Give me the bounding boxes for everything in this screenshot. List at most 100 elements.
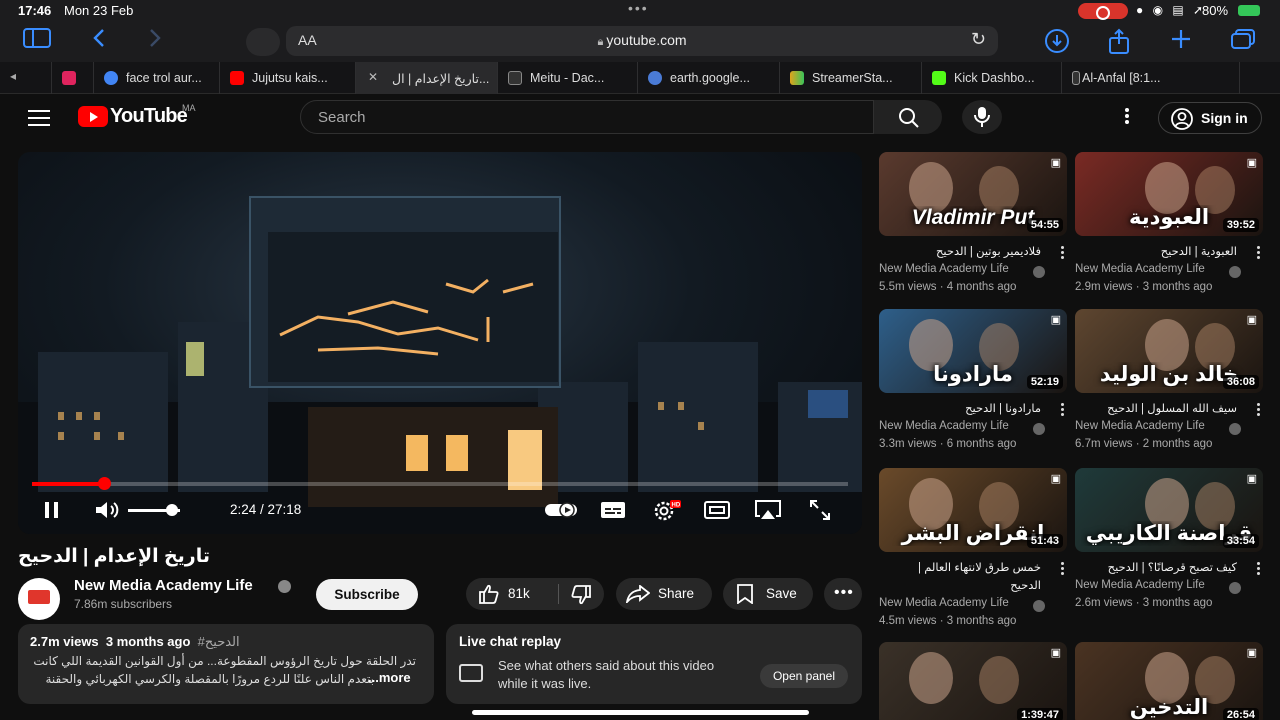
share-icon[interactable] [1104, 28, 1134, 54]
home-indicator[interactable] [472, 710, 809, 715]
more-actions-button[interactable]: ••• [824, 578, 862, 610]
pause-icon[interactable] [42, 498, 62, 522]
dislike-button[interactable] [562, 578, 604, 610]
recommended-channel[interactable]: New Media Academy Life [879, 420, 1009, 432]
channel-avatar[interactable] [18, 578, 60, 620]
menu-icon[interactable] [28, 110, 50, 126]
voice-search-button[interactable] [962, 100, 1002, 134]
video-thumbnail[interactable]: ▣ Vladimir Put 54:55 [879, 152, 1067, 236]
video-thumbnail[interactable]: ▣ 1:39:47 [879, 642, 1067, 720]
like-count: 81k [508, 586, 530, 601]
tabs-overview-icon[interactable] [1228, 28, 1258, 54]
address-bar[interactable]: AA 🔒︎ youtube.com ↻ [286, 26, 998, 56]
like-button[interactable]: 81k [466, 578, 558, 610]
hashtag[interactable]: #الدحيح [198, 634, 240, 649]
sidebar-icon[interactable] [22, 28, 52, 54]
search-button[interactable] [874, 100, 942, 134]
more-vertical-icon[interactable] [1061, 562, 1065, 577]
video-thumbnail[interactable]: ▣ قراصنة الكاريبي 33:54 [1075, 468, 1263, 552]
tab-label: Kick Dashbo... [954, 71, 1035, 85]
volume-handle[interactable] [166, 504, 178, 516]
settings-menu-icon[interactable] [1120, 108, 1134, 126]
video-thumbnail[interactable]: ▣ التدخين 26:54 [1075, 642, 1263, 720]
battery-percent: 80% [1202, 3, 1229, 18]
download-icon[interactable] [1042, 28, 1072, 54]
sign-in-button[interactable]: Sign in [1158, 102, 1262, 134]
progress-track[interactable] [32, 482, 848, 486]
video-thumbnail[interactable]: ▣ خالد بن الوليد 36:08 [1075, 309, 1263, 393]
tab-label: Meitu - Dac... [530, 71, 605, 85]
tab-google[interactable]: face trol aur... [94, 62, 220, 94]
save-button[interactable]: Save [723, 578, 813, 610]
channel-name[interactable]: New Media Academy Life [74, 577, 253, 594]
recommended-channel[interactable]: New Media Academy Life [1075, 579, 1205, 591]
multitasking-dots-icon[interactable]: ••• [628, 0, 649, 16]
tab-meitu[interactable]: Meitu - Dac... [498, 62, 638, 94]
recommended-title-2[interactable]: الدحيح [1010, 578, 1041, 592]
channel-watermark: ▣ [1050, 314, 1061, 326]
tab-label: تاريخ الإعدام | ال... [392, 72, 490, 86]
youtube-logo-text[interactable]: YouTube [110, 105, 188, 128]
recommended-channel[interactable]: New Media Academy Life [879, 597, 1009, 609]
volume-icon[interactable] [94, 498, 120, 522]
captions-icon[interactable] [600, 498, 626, 522]
recommended-title[interactable]: خمس طرق لانتهاء العالم | [918, 560, 1041, 574]
more-vertical-icon[interactable] [1257, 403, 1261, 418]
open-panel-button[interactable]: Open panel [760, 664, 848, 688]
progress-scrubber[interactable] [98, 477, 111, 490]
close-tab-icon[interactable]: ✕ [368, 70, 378, 84]
verified-badge-icon [1033, 600, 1045, 612]
miniplayer-icon[interactable] [704, 498, 730, 522]
tab-active[interactable]: ✕ تاريخ الإعدام | ال... [356, 62, 498, 94]
subscribe-button[interactable]: Subscribe [316, 579, 418, 610]
video-thumbnail[interactable]: ▣ انقراض البشر 51:43 [879, 468, 1067, 552]
fullscreen-icon[interactable] [808, 498, 832, 522]
tab-al-anfal[interactable]: Al-Anfal [8:1... [1062, 62, 1240, 94]
more-vertical-icon[interactable] [1257, 562, 1261, 577]
video-thumbnail[interactable]: ▣ العبودية 39:52 [1075, 152, 1263, 236]
tab-download[interactable] [52, 62, 94, 94]
browser-tab-strip: ◂ face trol aur... Jujutsu kais... ✕ تار… [0, 62, 1280, 94]
settings-gear-icon[interactable]: HD [652, 498, 682, 522]
tab-scroll-left-icon[interactable]: ◂ [10, 69, 16, 83]
recommended-meta: 3.3m views · 6 months ago [879, 438, 1017, 450]
recommended-title[interactable]: كيف تصبح قرصانًا؟ | الدحيح [1108, 560, 1237, 574]
recommended-channel[interactable]: New Media Academy Life [1075, 263, 1205, 275]
search-input[interactable]: Search [300, 100, 874, 134]
chat-bubble-icon [459, 664, 483, 682]
save-label: Save [766, 586, 797, 601]
show-more-link[interactable]: ...more [368, 670, 411, 685]
recommended-title[interactable]: العبودية | الدحيح [1161, 244, 1237, 258]
more-vertical-icon[interactable] [1061, 403, 1065, 418]
share-arrow-icon [626, 585, 650, 603]
autoplay-toggle-icon[interactable] [544, 498, 580, 522]
video-thumbnail[interactable]: ▣ مارادونا 52:19 [879, 309, 1067, 393]
more-vertical-icon[interactable] [1257, 246, 1261, 261]
tab-youtube-jujutsu[interactable]: Jujutsu kais... [220, 62, 356, 94]
ios-status-bar: 17:46 Mon 23 Feb ••• ● ◉ ▤ ➚ 80% [0, 0, 1280, 22]
tab-overflow[interactable]: ◂ [0, 62, 52, 94]
description-box[interactable]: 2.7m views 3 months ago #الدحيح تدر الحل… [18, 624, 434, 704]
share-button[interactable]: Share [616, 578, 712, 610]
airplay-icon[interactable] [754, 498, 782, 522]
tab-earth[interactable]: earth.google... [638, 62, 780, 94]
earth-icon [648, 71, 662, 85]
like-dislike-group: 81k [466, 578, 604, 610]
recommended-title[interactable]: سيف الله المسلول | الدحيح [1107, 401, 1237, 415]
tab-streamerstats[interactable]: StreamerSta... [780, 62, 922, 94]
recommended-channel[interactable]: New Media Academy Life [879, 263, 1009, 275]
new-tab-icon[interactable] [1166, 28, 1196, 54]
tab-kick[interactable]: Kick Dashbo... [922, 62, 1062, 94]
forward-icon[interactable] [140, 28, 170, 54]
tab-overview-blur [246, 28, 280, 56]
recommended-channel[interactable]: New Media Academy Life [1075, 420, 1205, 432]
youtube-logo-icon[interactable] [78, 106, 108, 127]
back-icon[interactable] [84, 28, 114, 54]
reload-icon[interactable]: ↻ [971, 29, 986, 50]
more-vertical-icon[interactable] [1061, 246, 1065, 261]
recommended-title[interactable]: مارادونا | الدحيح [965, 401, 1041, 415]
recommended-title[interactable]: فلاديمير بوتين | الدحيح [936, 244, 1041, 258]
bar-chart-icon [790, 71, 804, 85]
recommended-meta: 4.5m views · 3 months ago [879, 615, 1017, 627]
video-player[interactable]: 2:24 / 27:18 HD [18, 152, 862, 534]
